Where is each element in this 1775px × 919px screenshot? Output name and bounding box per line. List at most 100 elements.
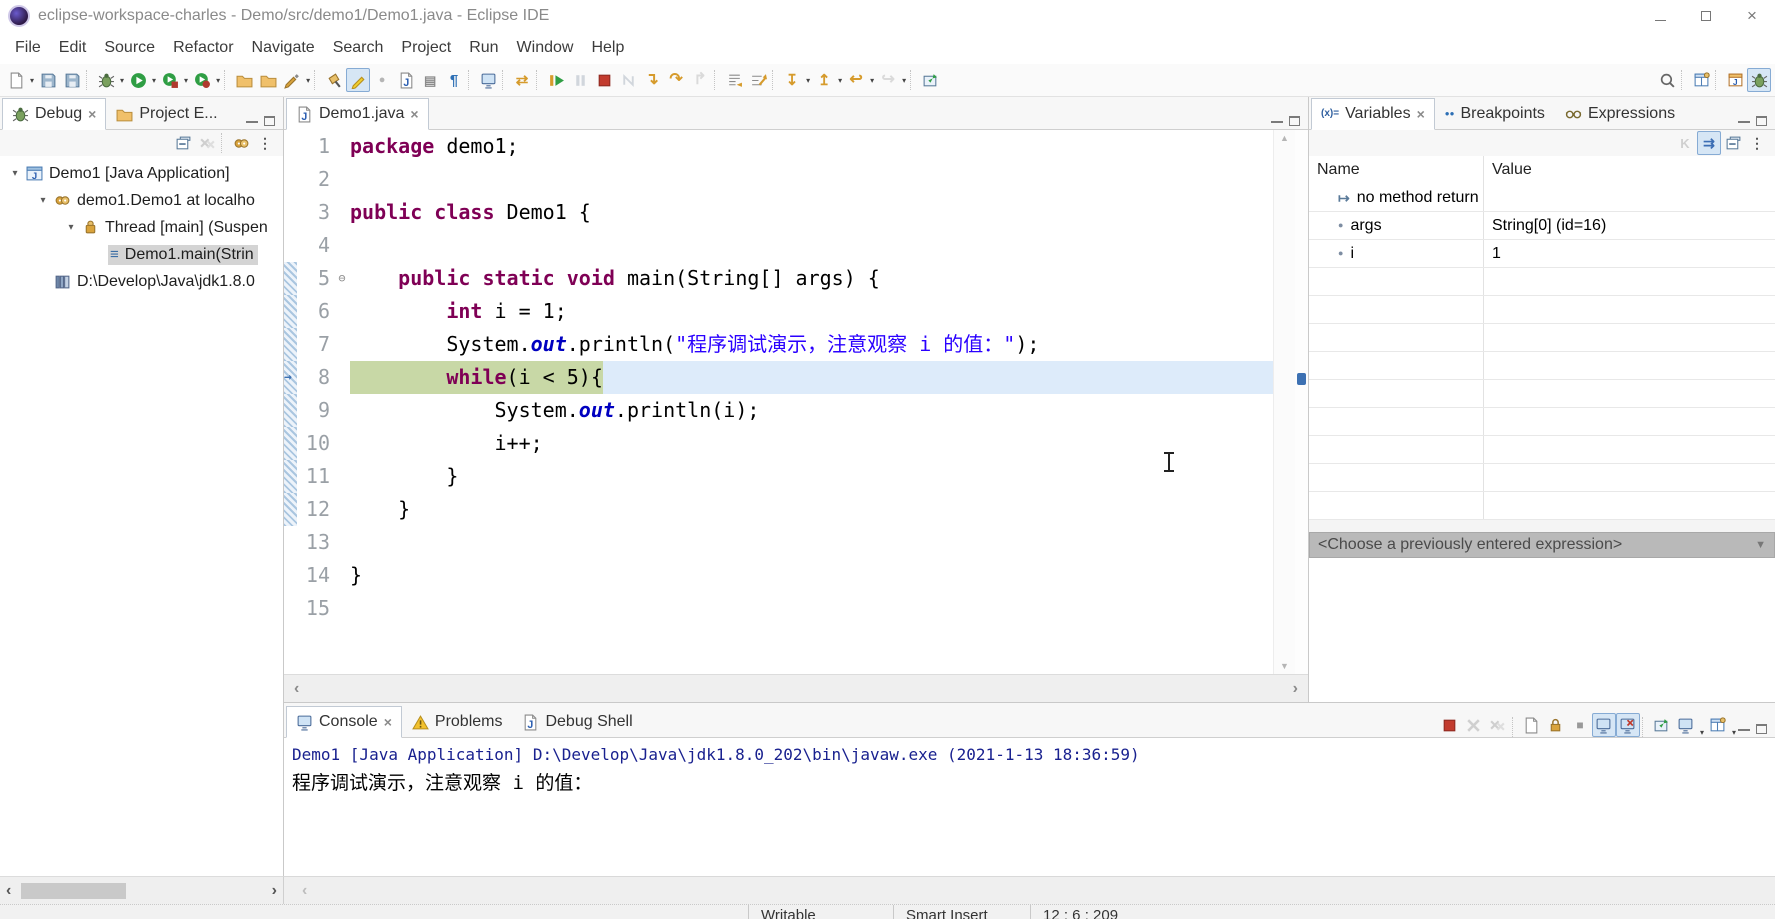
console-output[interactable]: Demo1 [Java Application] D:\Develop\Java… (284, 738, 1775, 876)
line-number[interactable]: 9 (297, 394, 334, 427)
menu-item-project[interactable]: Project (392, 35, 460, 61)
profile-history-button[interactable]: ↥ (812, 68, 836, 92)
variable-row-i[interactable]: ●i1 (1309, 240, 1775, 268)
dropdown-arrow-icon[interactable]: ▾ (1732, 728, 1736, 737)
terminate-button[interactable] (1438, 713, 1462, 737)
code-text[interactable] (350, 526, 1273, 559)
view-menu-button[interactable]: ⋮ (253, 131, 277, 155)
tab-expressions[interactable]: Expressions (1555, 98, 1685, 130)
dropdown-arrow-icon[interactable]: ▾ (838, 76, 842, 85)
code-text[interactable]: package demo1; (350, 130, 1273, 163)
display-selected-console-button[interactable] (1674, 713, 1698, 737)
line-number[interactable]: 2 (297, 163, 334, 196)
close-icon[interactable]: × (384, 714, 392, 730)
remove-all-terminated-button[interactable] (1486, 713, 1510, 737)
code-text[interactable]: i++; (350, 427, 1273, 460)
quick-access-search-button[interactable] (1655, 68, 1679, 92)
empty-table-row[interactable] (1309, 268, 1775, 296)
dropdown-arrow-icon[interactable]: ▾ (152, 76, 156, 85)
code-line-6[interactable]: 6 int i = 1; (284, 295, 1273, 328)
code-line-14[interactable]: 14} (284, 559, 1273, 592)
minimize-view-button[interactable] (1271, 119, 1283, 123)
open-console-view-button[interactable] (476, 68, 500, 92)
menu-item-edit[interactable]: Edit (50, 35, 96, 61)
code-area[interactable]: 1package demo1;23public class Demo1 {45⊖… (284, 130, 1273, 674)
maximize-window-button[interactable] (1683, 0, 1729, 32)
tree-expand-icon[interactable]: ▾ (34, 195, 52, 206)
new-wizard-button[interactable] (4, 68, 28, 92)
debug-button[interactable] (94, 68, 118, 92)
run-external-tools-button[interactable] (190, 68, 214, 92)
empty-table-row[interactable] (1309, 436, 1775, 464)
mark-occurrences-button[interactable] (346, 68, 370, 92)
line-number[interactable]: 1 (297, 130, 334, 163)
tab-project-e[interactable]: Project E... (106, 98, 227, 130)
code-text[interactable] (350, 592, 1273, 625)
close-window-button[interactable]: × (1729, 0, 1775, 32)
code-text[interactable]: } (350, 559, 1273, 592)
code-line-4[interactable]: 4 (284, 229, 1273, 262)
menu-item-run[interactable]: Run (460, 35, 507, 61)
code-line-13[interactable]: 13 (284, 526, 1273, 559)
save-all-button[interactable] (60, 68, 84, 92)
show-on-stdout-button[interactable] (1592, 713, 1616, 737)
tab-console[interactable]: Console× (286, 706, 402, 738)
empty-table-row[interactable] (1309, 352, 1775, 380)
code-text[interactable]: } (350, 493, 1273, 526)
menu-item-navigate[interactable]: Navigate (243, 35, 324, 61)
code-text[interactable]: System.out.println("程序调试演示，注意观察 i 的值："); (350, 328, 1273, 361)
empty-table-row[interactable] (1309, 380, 1775, 408)
line-number[interactable]: 7 (297, 328, 334, 361)
line-number[interactable]: 12 (297, 493, 334, 526)
tree-item-d-develop-java-jdk1[interactable]: D:\Develop\Java\jdk1.8.0 (0, 268, 283, 295)
tree-item-demo1-java-applicat[interactable]: ▾Demo1 [Java Application] (0, 160, 283, 187)
empty-table-row[interactable] (1309, 464, 1775, 492)
scroll-right-icon[interactable]: › (272, 882, 277, 900)
annotation-ruler[interactable] (1295, 130, 1308, 674)
code-line-12[interactable]: 12 } (284, 493, 1273, 526)
code-line-2[interactable]: 2 (284, 163, 1273, 196)
step-over-button[interactable]: ↷ (664, 68, 688, 92)
dropdown-arrow-icon[interactable]: ▾ (870, 76, 874, 85)
code-text[interactable] (350, 229, 1273, 262)
code-line-15[interactable]: 15 (284, 592, 1273, 625)
collapse-all-button[interactable] (171, 131, 195, 155)
current-line-marker[interactable] (1297, 373, 1306, 385)
dropdown-arrow-icon[interactable]: ▾ (1700, 728, 1704, 737)
scroll-up-icon[interactable]: ▲ (1280, 133, 1289, 143)
variable-detail-pane[interactable] (1309, 558, 1775, 702)
new-task-button[interactable] (394, 68, 418, 92)
line-number[interactable]: 8 (297, 361, 334, 394)
empty-table-row[interactable] (1309, 492, 1775, 520)
link-with-editor-button[interactable]: ⇄ (510, 68, 534, 92)
code-text[interactable]: while(i < 5){ (350, 361, 1273, 394)
clear-console-button[interactable] (1520, 713, 1544, 737)
maximize-view-button[interactable] (1289, 116, 1300, 126)
minimize-window-button[interactable] (1637, 0, 1683, 32)
maximize-view-button[interactable] (1756, 116, 1767, 126)
breakpoint-gutter[interactable] (284, 196, 297, 229)
show-logical-structures-button[interactable]: ⇉ (1697, 131, 1721, 155)
maximize-view-button[interactable] (264, 116, 275, 126)
view-menu-button[interactable]: ⋮ (1745, 131, 1769, 155)
line-number[interactable]: 4 (297, 229, 334, 262)
collapse-all-button[interactable] (1721, 131, 1745, 155)
breakpoint-gutter[interactable] (284, 394, 297, 427)
scroll-right-icon[interactable]: › (1293, 680, 1298, 698)
remove-all-terminated-button[interactable] (195, 131, 219, 155)
console-hscrollbar[interactable]: ‹ (284, 877, 1775, 904)
forward-history-button[interactable]: ↪ (876, 68, 900, 92)
resume-button[interactable] (544, 68, 568, 92)
line-number[interactable]: 13 (297, 526, 334, 559)
column-header-value[interactable]: Value (1484, 161, 1775, 179)
breakpoint-gutter[interactable] (284, 592, 297, 625)
debug-view-options-button[interactable] (229, 131, 253, 155)
tab-variables[interactable]: (x)=Variables× (1311, 98, 1435, 130)
code-text[interactable]: int i = 1; (350, 295, 1273, 328)
scroll-left-icon[interactable]: ‹ (294, 680, 299, 698)
breakpoint-gutter[interactable] (284, 262, 297, 295)
code-line-1[interactable]: 1 package demo1; (284, 130, 1273, 163)
code-line-5[interactable]: 5⊖ public static void main(String[] args… (284, 262, 1273, 295)
code-line-9[interactable]: 9 System.out.println(i); (284, 394, 1273, 427)
annotate-button[interactable] (280, 68, 304, 92)
